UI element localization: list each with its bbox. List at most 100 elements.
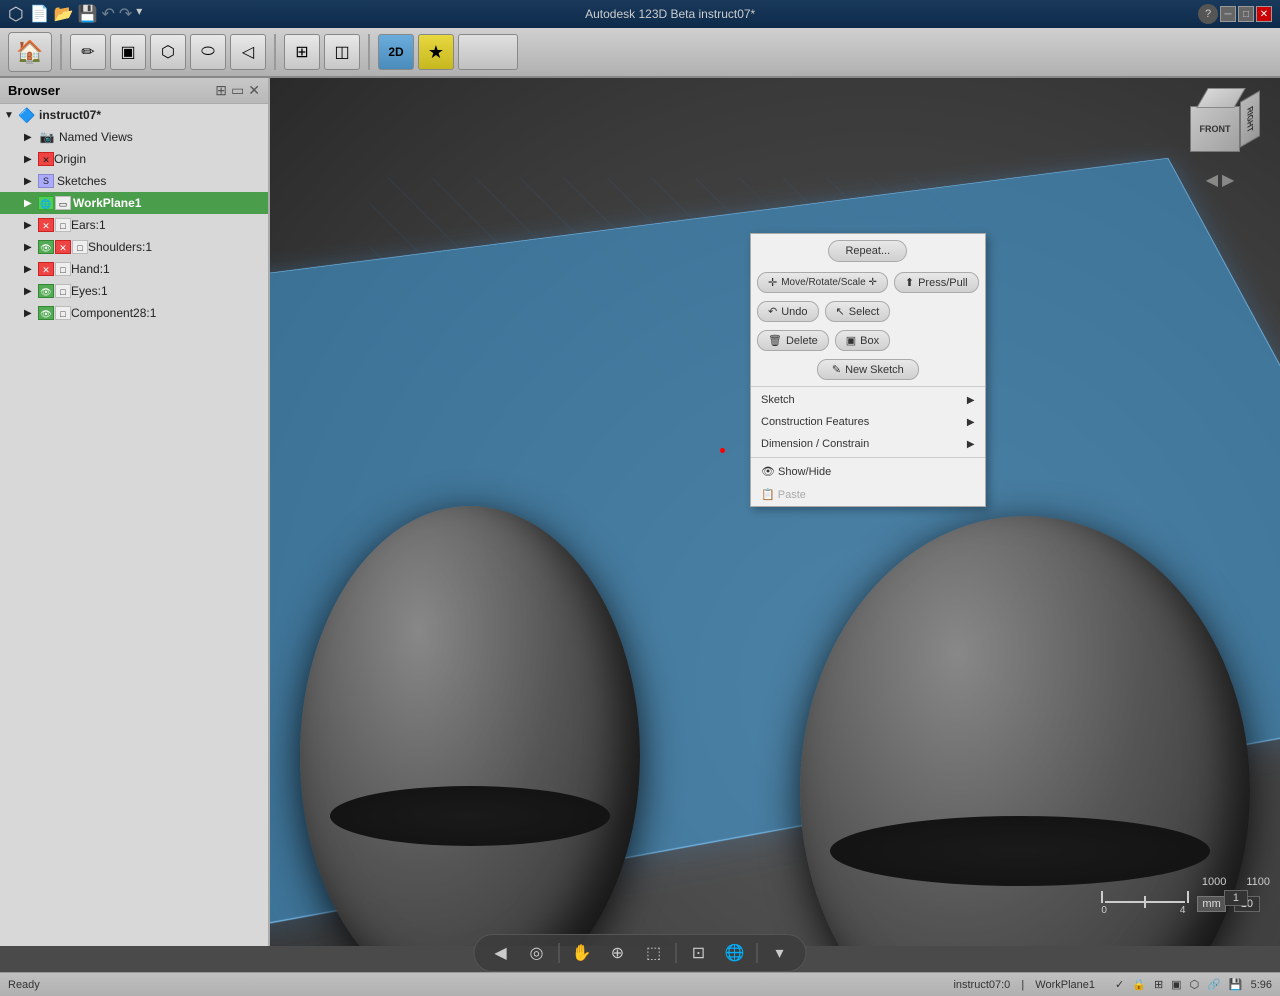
save-btn[interactable]: 💾 [78, 4, 98, 24]
browser-header: Browser ⊞ ▭ ✕ [0, 78, 268, 104]
statusbar-icon-5[interactable]: ⬡ [1190, 978, 1200, 991]
grid-tool-btn[interactable]: ⊞ [284, 34, 320, 70]
press-pull-button[interactable]: ⬆ Press/Pull [894, 272, 979, 293]
cylinder-tool-btn[interactable]: ⬭ [190, 34, 226, 70]
select-button[interactable]: ↖ Select [825, 301, 891, 322]
nav-orbit-btn[interactable]: ◎ [523, 939, 551, 967]
repeat-button[interactable]: Repeat... [828, 240, 907, 262]
tree-label-named-views: Named Views [59, 130, 133, 144]
move-icon: ✛ [768, 276, 777, 289]
browser-panel: Browser ⊞ ▭ ✕ ▼ 🔷 instruct07* ▶ 📷 Named … [0, 78, 270, 946]
ruler-tick-left [1101, 891, 1103, 903]
construction-arrow-icon: ▶ [967, 417, 975, 428]
undo-button[interactable]: ↶ Undo [757, 301, 819, 322]
expander-component28: ▶ [24, 308, 38, 319]
statusbar-icon-2[interactable]: 🔒 [1132, 978, 1146, 991]
box-button[interactable]: ▣ Box [835, 330, 890, 351]
close-btn[interactable]: ✕ [1256, 6, 1272, 22]
maximize-btn[interactable]: □ [1238, 6, 1254, 22]
extra-tool-btn[interactable] [458, 34, 518, 70]
expander-sketches: ▶ [24, 176, 38, 187]
scene-background [270, 78, 1280, 946]
viewcube-right[interactable]: RIGHT [1240, 90, 1260, 148]
move-rotate-scale-button[interactable]: ✛ Move/Rotate/Scale ✛ [757, 272, 888, 293]
statusbar-clock: 5:96 [1251, 979, 1272, 991]
2d-tool-btn[interactable]: 2D [378, 34, 414, 70]
delete-button[interactable]: 🗑 Delete [757, 330, 829, 351]
sketch-arrow-icon: ▶ [967, 395, 975, 406]
tree-item-component28[interactable]: ▶ 👁 □ Component28:1 [0, 302, 268, 324]
context-menu-divider-2 [751, 457, 985, 458]
nav-look-btn[interactable]: ⊕ [604, 939, 632, 967]
tree-item-hand1[interactable]: ▶ ✕ □ Hand:1 [0, 258, 268, 280]
statusbar-icon-4[interactable]: ▣ [1171, 978, 1181, 991]
ruler-labels: 0 4 [1101, 905, 1185, 916]
statusbar-right: ✓ 🔒 ⊞ ▣ ⬡ 🔗 💾 5:96 [1115, 978, 1272, 991]
viewcube-arrow-left[interactable]: ◀ [1206, 170, 1218, 190]
tree-label-eyes1: Eyes:1 [71, 284, 108, 298]
viewcube-top[interactable] [1196, 88, 1246, 108]
toolbar-separator-2 [274, 34, 276, 70]
tree-label-shoulders1: Shoulders:1 [88, 240, 152, 254]
undo-icon: ↶ [768, 305, 777, 318]
tree-item-sketches[interactable]: ▶ S Sketches [0, 170, 268, 192]
open-btn[interactable]: 📂 [54, 4, 74, 24]
browser-minimize-btn[interactable]: ▭ [231, 82, 244, 99]
statusbar-icon-7[interactable]: 💾 [1229, 978, 1243, 991]
tree-item-workplane1[interactable]: ▶ 🌐 ▭ WorkPlane1 [0, 192, 268, 214]
tree-item-eyes1[interactable]: ▶ 👁 □ Eyes:1 [0, 280, 268, 302]
viewcube-front[interactable]: FRONT [1190, 106, 1240, 152]
browser-close-btn[interactable]: ✕ [248, 82, 260, 99]
statusbar-icon-1[interactable]: ✓ [1115, 978, 1124, 991]
3d-viewport[interactable]: FRONT RIGHT ◀ ▶ Repeat... ✛ Move/Rotate/… [270, 78, 1280, 946]
pencil-tool-btn[interactable]: ✏ [70, 34, 106, 70]
menu-item-dimension-constrain[interactable]: Dimension / Constrain ▶ [751, 433, 985, 455]
toolbar-separator-3 [368, 34, 370, 70]
sphere-tool-btn[interactable]: ⬡ [150, 34, 186, 70]
tree-label-workplane1: WorkPlane1 [73, 196, 141, 210]
toggle-tool-btn[interactable]: ◫ [324, 34, 360, 70]
left-tool-btn[interactable]: ◁ [230, 34, 266, 70]
eyes1-icons: 👁 □ [38, 284, 71, 298]
nav-bracket-left[interactable]: ◀ [487, 939, 515, 967]
browser-grid-btn[interactable]: ⊞ [215, 82, 227, 99]
new-btn[interactable]: 📄 [30, 4, 50, 24]
tree-item-shoulders1[interactable]: ▶ 👁 ✕ □ Shoulders:1 [0, 236, 268, 258]
home-tool-btn[interactable]: 🏠 [8, 32, 52, 72]
statusbar-icon-6[interactable]: 🔗 [1207, 978, 1221, 991]
browser-title: Browser [8, 83, 60, 98]
tree-item-origin[interactable]: ▶ ✕ Origin [0, 148, 268, 170]
new-sketch-row: ✎ New Sketch [751, 355, 985, 384]
coord-display: 1000 1100 1 [1202, 876, 1270, 906]
context-menu-top-row: Repeat... [751, 234, 985, 268]
viewcube-arrow-right[interactable]: ▶ [1222, 170, 1234, 190]
menu-item-sketch[interactable]: Sketch ▶ [751, 389, 985, 411]
redo-btn[interactable]: ↷ [119, 4, 132, 24]
select-icon: ↖ [836, 305, 845, 318]
tree-item-named-views[interactable]: ▶ 📷 Named Views [0, 126, 268, 148]
nav-zoom-btn[interactable]: ⬚ [640, 939, 668, 967]
nav-more-btn[interactable]: ▾ [766, 939, 794, 967]
param-value-display: 1 [1224, 890, 1248, 906]
viewcube[interactable]: FRONT RIGHT ◀ ▶ [1180, 88, 1260, 168]
workplane1-icons: 🌐 ▭ [38, 196, 71, 210]
nav-pan-btn[interactable]: ✋ [568, 939, 596, 967]
star-tool-btn[interactable]: ★ [418, 34, 454, 70]
statusbar-icon-3[interactable]: ⊞ [1154, 978, 1163, 991]
undo-btn[interactable]: ↶ [101, 4, 114, 24]
nav-fit-btn[interactable]: ⊡ [685, 939, 713, 967]
main-toolbar: 🏠 ✏ ▣ ⬡ ⬭ ◁ ⊞ ◫ 2D ★ [0, 28, 1280, 78]
tree-item-root[interactable]: ▼ 🔷 instruct07* [0, 104, 268, 126]
box-tool-btn[interactable]: ▣ [110, 34, 146, 70]
help-btn[interactable]: ? [1198, 4, 1218, 24]
expander-origin: ▶ [24, 154, 38, 165]
origin-icons: ✕ [38, 152, 54, 166]
menu-item-construction-features[interactable]: Construction Features ▶ [751, 411, 985, 433]
nav-globe-btn[interactable]: 🌐 [721, 939, 749, 967]
menu-item-paste: 📋 Paste [751, 483, 985, 506]
toolbar-separator-1 [60, 34, 62, 70]
minimize-btn[interactable]: ─ [1220, 6, 1236, 22]
menu-item-show-hide[interactable]: 👁 Show/Hide [751, 460, 985, 483]
new-sketch-button[interactable]: ✎ New Sketch [817, 359, 919, 380]
tree-item-ears1[interactable]: ▶ ✕ □ Ears:1 [0, 214, 268, 236]
